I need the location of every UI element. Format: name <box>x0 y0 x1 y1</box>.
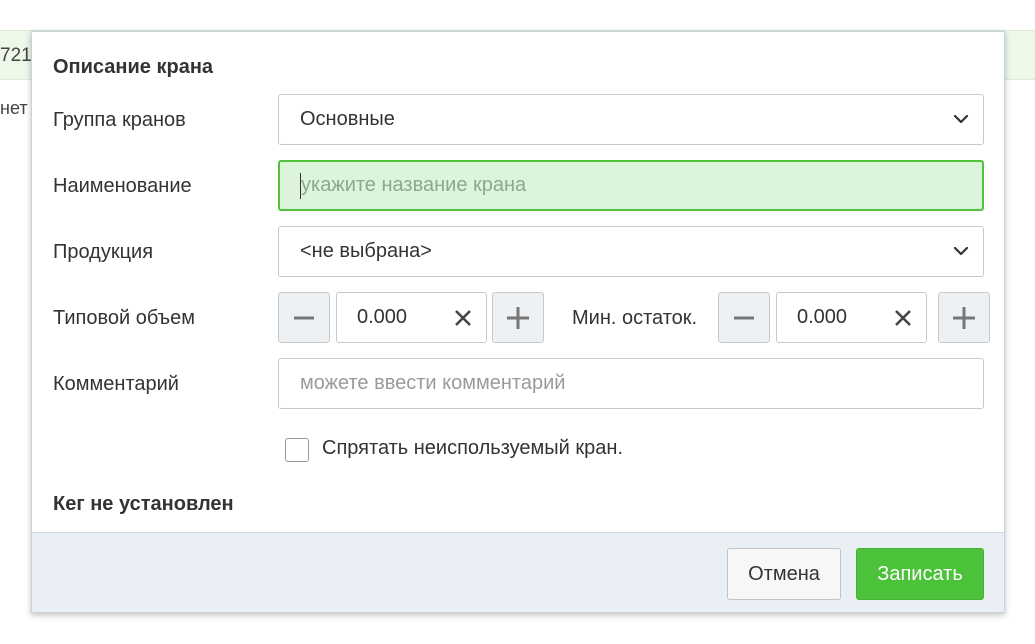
dialog-title: Описание крана <box>53 56 214 78</box>
min-stock-input[interactable]: 0.000 <box>776 292 927 343</box>
hide-unused-checkbox[interactable] <box>285 438 309 462</box>
chevron-down-icon <box>953 246 969 256</box>
min-stock-label: Мин. остаток. <box>572 307 698 329</box>
plus-icon <box>953 306 975 329</box>
plus-icon <box>507 306 529 329</box>
comment-label: Комментарий <box>53 373 179 395</box>
name-label: Наименование <box>53 175 192 197</box>
close-icon[interactable] <box>892 307 914 329</box>
typical-volume-value: 0.000 <box>357 306 408 328</box>
group-select[interactable]: Основные <box>278 94 984 145</box>
product-select[interactable]: <не выбрана> <box>278 226 984 277</box>
product-label: Продукция <box>53 241 154 263</box>
hide-unused-label[interactable]: Спрятать неиспользуемый кран. <box>322 437 623 460</box>
min-stock-increment-button[interactable] <box>938 292 990 343</box>
typical-volume-label: Типовой объем <box>53 307 196 329</box>
min-stock-value: 0.000 <box>797 306 848 328</box>
group-selected-value: Основные <box>300 108 395 130</box>
name-input[interactable]: укажите название крана <box>278 160 984 211</box>
dialog-footer: Отмена Записать <box>32 532 1004 612</box>
background-cell-fragment: нет <box>0 98 28 118</box>
product-selected-value: <не выбрана> <box>300 240 432 262</box>
tap-description-dialog: Описание крана Группа кранов Основные На… <box>31 31 1005 613</box>
save-button[interactable]: Записать <box>856 548 984 600</box>
background-row-fragment: 721 <box>0 45 32 66</box>
minus-icon <box>734 316 754 319</box>
comment-placeholder: можете ввести комментарий <box>300 372 566 394</box>
typical-volume-decrement-button[interactable] <box>278 292 330 343</box>
keg-status-heading: Кег не установлен <box>53 493 234 515</box>
cancel-button[interactable]: Отмена <box>727 548 841 600</box>
comment-input[interactable]: можете ввести комментарий <box>278 358 984 409</box>
group-label: Группа кранов <box>53 109 186 131</box>
typical-volume-input[interactable]: 0.000 <box>336 292 487 343</box>
close-icon[interactable] <box>452 307 474 329</box>
chevron-down-icon <box>953 114 969 124</box>
minus-icon <box>294 316 314 319</box>
typical-volume-increment-button[interactable] <box>492 292 544 343</box>
min-stock-decrement-button[interactable] <box>718 292 770 343</box>
name-placeholder: укажите название крана <box>301 174 527 196</box>
